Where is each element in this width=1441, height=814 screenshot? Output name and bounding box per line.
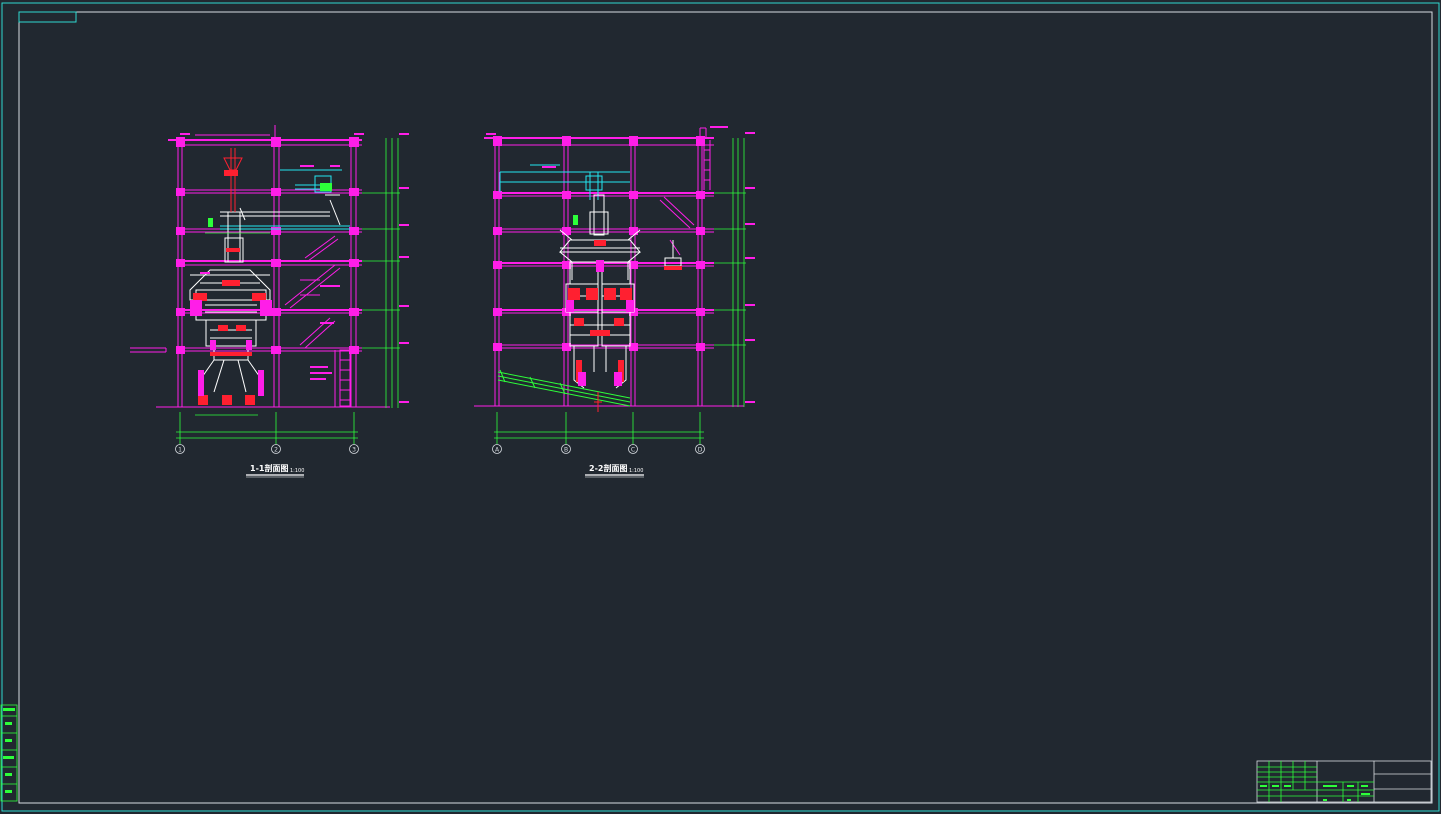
axis-labels: A B C D <box>495 447 703 454</box>
motor-block <box>573 215 578 225</box>
section-title-1-1: 1-1剖面图 1:100 <box>246 463 304 478</box>
section-1-1-title: 1-1剖面图 <box>250 463 288 473</box>
section-title-2-2: 2-2剖面图 1:100 <box>585 463 644 478</box>
section-2-2-scale: 1:100 <box>629 468 643 474</box>
section-2-2-title: 2-2剖面图 <box>589 463 627 473</box>
axis-label-b: B <box>564 447 568 454</box>
axis-bubbles <box>175 444 359 454</box>
equipment-top-feeder <box>223 148 243 212</box>
axis-label-a: A <box>495 447 500 454</box>
section-1-1-drawing: 1 2 3 1-1剖面图 1:100 <box>130 125 409 478</box>
side-stamp-column <box>0 704 18 802</box>
axis-labels: 1 2 3 <box>178 447 356 454</box>
section-1-1-scale: 1:100 <box>290 468 304 474</box>
drawing-sheet: 1 2 3 1-1剖面图 1:100 A B C D 2-2剖面图 1:100 <box>0 2 1440 812</box>
axis-label-2: 2 <box>274 447 278 454</box>
axis-label-c: C <box>631 447 635 454</box>
axis-label-d: D <box>698 447 703 454</box>
dimension-lines <box>176 138 400 444</box>
level-marks <box>180 133 409 403</box>
axis-label-3: 3 <box>352 447 356 454</box>
section-2-2-drawing: A B C D 2-2剖面图 1:100 <box>474 126 755 478</box>
title-block <box>1256 760 1432 803</box>
axis-bubbles <box>492 444 705 454</box>
axis-label-1: 1 <box>178 447 182 454</box>
